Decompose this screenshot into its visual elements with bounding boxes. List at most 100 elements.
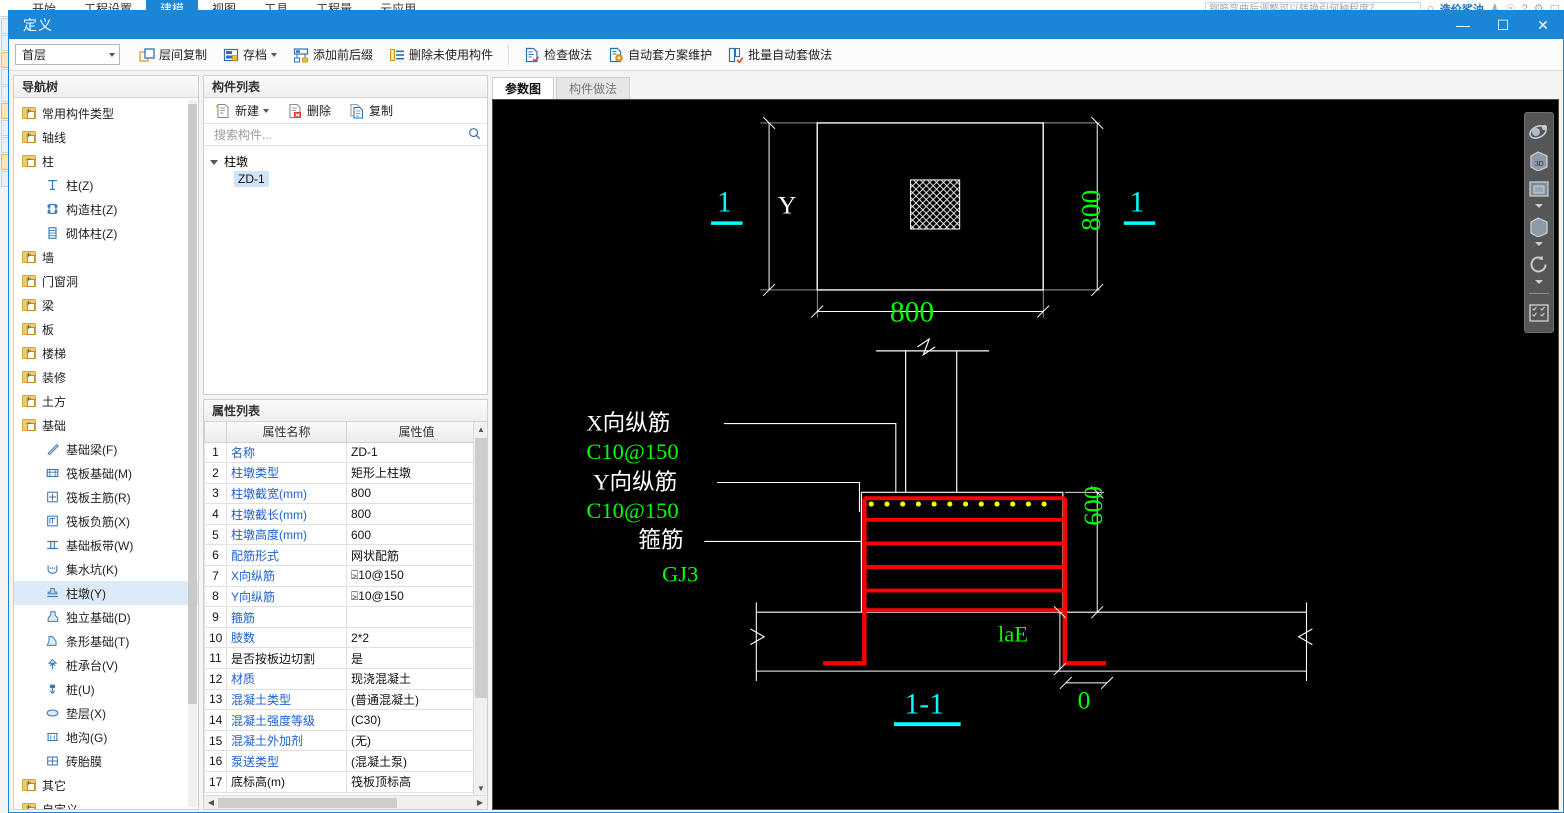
display-settings-icon[interactable] bbox=[1526, 300, 1552, 326]
rotate-chevron-down-icon[interactable] bbox=[1535, 280, 1543, 284]
copy-component-button[interactable]: 复制 bbox=[342, 100, 400, 122]
drawing-canvas[interactable]: Y 800 800 1 1 X向纵筋 C10@150 Y向纵筋 C10@150 … bbox=[492, 99, 1559, 810]
property-name-cell[interactable]: 混凝土强度等级 bbox=[226, 709, 347, 731]
list-item[interactable]: ZD-1 bbox=[234, 171, 487, 187]
property-value-cell[interactable]: (混凝土泵) bbox=[346, 750, 487, 772]
sidebar-item-7[interactable]: 门窗洞 bbox=[14, 269, 198, 293]
folder-closed-icon[interactable] bbox=[22, 801, 36, 809]
orbit-icon[interactable] bbox=[1526, 119, 1552, 145]
scroll-up-icon[interactable]: ▲ bbox=[474, 422, 487, 436]
property-value-cell[interactable]: 网状配筋 bbox=[346, 544, 487, 567]
property-value-cell[interactable]: 矩形上柱墩 bbox=[346, 462, 487, 484]
table-row[interactable]: 2 柱墩类型 矩形上柱墩 bbox=[204, 462, 487, 484]
property-name-cell[interactable]: 混凝土外加剂 bbox=[226, 729, 347, 752]
table-row[interactable]: 12 材质 现浇混凝土 bbox=[204, 668, 487, 690]
sidebar-item-24[interactable]: 桩(U) bbox=[14, 677, 198, 701]
sidebar-item-22[interactable]: 条形基础(T) bbox=[14, 629, 198, 653]
folder-closed-icon[interactable] bbox=[22, 249, 36, 263]
property-name-cell[interactable]: 箍筋 bbox=[226, 606, 347, 628]
folder-closed-icon[interactable] bbox=[22, 777, 36, 791]
folder-closed-icon[interactable] bbox=[22, 369, 36, 383]
search-icon[interactable] bbox=[468, 127, 481, 143]
property-value-cell[interactable]: ⍄10@150 bbox=[346, 565, 487, 587]
batch-auto-method-button[interactable]: 批量自动套做法 bbox=[721, 43, 839, 67]
property-horizontal-scrollbar[interactable]: ◀ ▶ bbox=[204, 795, 487, 809]
copy-between-floors-button[interactable]: 层间复制 bbox=[132, 43, 214, 67]
folder-closed-icon[interactable] bbox=[22, 129, 36, 143]
property-name-cell[interactable]: 是否按板边切割 bbox=[226, 647, 347, 670]
view-box-open-chevron-down-icon[interactable] bbox=[1535, 204, 1543, 208]
delete-component-button[interactable]: 删除 bbox=[280, 100, 338, 122]
scroll-left-icon[interactable]: ◀ bbox=[204, 798, 218, 807]
minimize-button[interactable]: — bbox=[1443, 11, 1483, 39]
property-name-cell[interactable]: X向纵筋 bbox=[226, 565, 347, 587]
table-row[interactable]: 6 配筋形式 网状配筋 bbox=[204, 544, 487, 567]
folder-open-icon[interactable] bbox=[22, 153, 36, 167]
sidebar-item-25[interactable]: 垫层(X) bbox=[14, 701, 198, 725]
new-component-button[interactable]: 新建 bbox=[208, 100, 276, 122]
sidebar-item-29[interactable]: 自定义 bbox=[14, 797, 198, 809]
property-name-cell[interactable]: 柱墩高度(mm) bbox=[226, 523, 347, 546]
property-name-cell[interactable]: 泵送类型 bbox=[226, 750, 347, 772]
property-value-cell[interactable] bbox=[346, 606, 487, 628]
table-row[interactable]: 1 名称 ZD-1 bbox=[204, 441, 487, 464]
sidebar-item-3[interactable]: 柱(Z) bbox=[14, 173, 198, 197]
sidebar-item-1[interactable]: 轴线 bbox=[14, 125, 198, 149]
sidebar-item-8[interactable]: 梁 bbox=[14, 293, 198, 317]
sidebar-item-16[interactable]: 筏板主筋(R) bbox=[14, 485, 198, 509]
sidebar-item-23[interactable]: 桩承台(V) bbox=[14, 653, 198, 677]
sidebar-item-9[interactable]: 板 bbox=[14, 317, 198, 341]
property-value-cell[interactable]: 筏板顶标高 bbox=[346, 771, 487, 793]
property-value-cell[interactable]: 800 bbox=[346, 503, 487, 525]
table-row[interactable]: 10 肢数 2*2 bbox=[204, 626, 487, 649]
property-value-cell[interactable]: 800 bbox=[346, 482, 487, 505]
table-row[interactable]: 13 混凝土类型 (普通混凝土) bbox=[204, 688, 487, 711]
view-3d-icon[interactable]: 3D bbox=[1526, 147, 1552, 173]
folder-closed-icon[interactable] bbox=[22, 393, 36, 407]
rotate-icon[interactable] bbox=[1526, 251, 1552, 277]
folder-open-icon[interactable] bbox=[22, 417, 36, 431]
maximize-button[interactable]: ☐ bbox=[1483, 11, 1523, 39]
property-name-cell[interactable]: 柱墩截宽(mm) bbox=[226, 482, 347, 505]
check-method-button[interactable]: 检查做法 bbox=[517, 43, 599, 67]
property-name-cell[interactable]: 柱墩截长(mm) bbox=[226, 503, 347, 525]
property-value-cell[interactable]: 现浇混凝土 bbox=[346, 668, 487, 690]
close-button[interactable]: ✕ bbox=[1523, 11, 1563, 39]
folder-closed-icon[interactable] bbox=[22, 297, 36, 311]
table-row[interactable]: 11 是否按板边切割是 bbox=[204, 647, 487, 670]
folder-closed-icon[interactable] bbox=[22, 321, 36, 335]
add-prefix-suffix-button[interactable]: 添加前后缀 bbox=[286, 43, 380, 67]
property-vertical-scrollbar[interactable]: ▲ ▼ bbox=[473, 422, 487, 795]
property-value-cell[interactable]: (C30) bbox=[346, 709, 487, 731]
property-name-cell[interactable]: 配筋形式 bbox=[226, 544, 347, 567]
sidebar-item-28[interactable]: 其它 bbox=[14, 773, 198, 797]
view-box-chevron-down-icon[interactable] bbox=[1535, 242, 1543, 246]
folder-closed-icon[interactable] bbox=[22, 345, 36, 359]
property-name-cell[interactable]: 混凝土类型 bbox=[226, 688, 347, 711]
property-value-cell[interactable]: (普通混凝土) bbox=[346, 688, 487, 711]
folder-closed-icon[interactable] bbox=[22, 105, 36, 119]
table-row[interactable]: 15 混凝土外加剂 (无) bbox=[204, 729, 487, 752]
new-component-chevron-down-icon[interactable] bbox=[263, 108, 270, 113]
property-value-cell[interactable]: (无) bbox=[346, 729, 487, 752]
sidebar-item-12[interactable]: 土方 bbox=[14, 389, 198, 413]
archive-button[interactable]: 存档 bbox=[216, 43, 284, 67]
property-name-cell[interactable]: 材质 bbox=[226, 668, 347, 690]
tab-parameter-diagram[interactable]: 参数图 bbox=[492, 77, 555, 99]
scroll-thumb[interactable] bbox=[188, 104, 197, 704]
property-name-cell[interactable]: 柱墩类型 bbox=[226, 462, 347, 484]
property-value-cell[interactable]: ⍄10@150 bbox=[346, 585, 487, 608]
sidebar-item-10[interactable]: 楼梯 bbox=[14, 341, 198, 365]
scroll-track[interactable] bbox=[218, 797, 473, 808]
sidebar-item-18[interactable]: 基础板带(W) bbox=[14, 533, 198, 557]
navigation-scrollbar[interactable] bbox=[188, 100, 197, 807]
scroll-thumb-h[interactable] bbox=[218, 797, 397, 808]
property-name-cell[interactable]: 肢数 bbox=[226, 626, 347, 649]
delete-unused-button[interactable]: 删除未使用构件 bbox=[382, 43, 500, 67]
table-row[interactable]: 9 箍筋 bbox=[204, 606, 487, 628]
search-input[interactable] bbox=[212, 126, 468, 143]
sidebar-item-0[interactable]: 常用构件类型 bbox=[14, 101, 198, 125]
sidebar-item-15[interactable]: 筏板基础(M) bbox=[14, 461, 198, 485]
scroll-thumb[interactable] bbox=[475, 438, 487, 698]
sidebar-item-19[interactable]: 集水坑(K) bbox=[14, 557, 198, 581]
